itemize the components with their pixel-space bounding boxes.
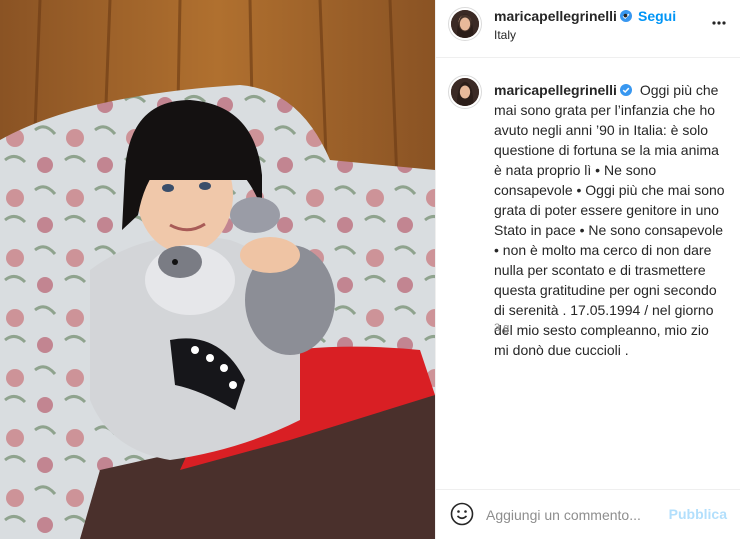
post-location[interactable]: Italy <box>494 28 516 42</box>
publish-button[interactable]: Pubblica <box>669 506 727 522</box>
post-caption: maricapellegrinelli Oggi più che mai son… <box>494 80 726 360</box>
post-timestamp[interactable]: 3 g <box>494 322 509 334</box>
verified-badge-icon <box>619 84 632 96</box>
caption-text: Oggi più che mai sono grata per l’infanz… <box>494 82 725 358</box>
author-avatar[interactable] <box>448 7 482 41</box>
caption-author-avatar[interactable] <box>448 75 482 109</box>
post-header: maricapellegrinelli • Segui Italy <box>436 0 740 58</box>
post-side-panel: maricapellegrinelli • Segui Italy marica… <box>435 0 740 539</box>
author-username[interactable]: maricapellegrinelli <box>494 8 632 24</box>
caption-username[interactable]: maricapellegrinelli <box>494 82 617 98</box>
follow-button[interactable]: Segui <box>638 8 676 24</box>
header-separator: • <box>623 7 628 23</box>
emoji-icon[interactable] <box>450 502 474 526</box>
more-options-icon[interactable] <box>711 15 727 31</box>
post-photo-image <box>0 0 435 539</box>
comment-bar: Pubblica <box>436 489 740 539</box>
avatar-portrait-icon <box>451 78 479 106</box>
avatar-portrait-icon <box>451 10 479 38</box>
post-photo[interactable] <box>0 0 435 539</box>
author-username-text[interactable]: maricapellegrinelli <box>494 8 617 24</box>
comment-input[interactable] <box>486 504 666 526</box>
